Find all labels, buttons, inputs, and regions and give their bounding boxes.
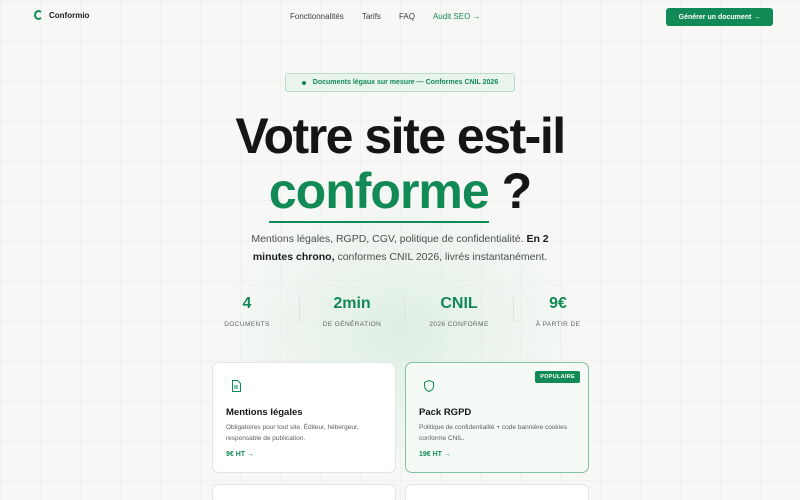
nav-link-faq[interactable]: FAQ	[399, 12, 415, 21]
nav-links: Fonctionnalités Tarifs FAQ Audit SEO →	[290, 12, 481, 21]
nav-link-pricing[interactable]: Tarifs	[362, 12, 381, 21]
top-nav: Conformio Fonctionnalités Tarifs FAQ Aud…	[0, 0, 800, 34]
card-title: Mentions légales	[226, 407, 303, 418]
stat-value: 9€	[549, 295, 567, 312]
hero-title-question: ?	[501, 163, 533, 219]
subtitle-part-c: conformes CNIL 2026, livrés instantanéme…	[337, 251, 548, 263]
hero-title-line1: Votre site est-il	[235, 108, 566, 164]
hero-title-accent: conforme	[268, 163, 490, 223]
stat-value: CNIL	[440, 295, 478, 312]
brand-name: Conformio	[49, 10, 90, 20]
stat-label: DE GÉNÉRATION	[322, 321, 382, 328]
stats-row: 4 DOCUMENTS 2min DE GÉNÉRATION CNIL 2026…	[195, 294, 605, 328]
stat-generation: 2min DE GÉNÉRATION	[300, 294, 404, 328]
document-icon	[229, 379, 243, 393]
generate-document-button[interactable]: Générer un document →	[666, 8, 773, 26]
stat-cnil: CNIL 2026 CONFORME	[405, 294, 513, 328]
logo-c-icon	[34, 10, 43, 20]
stat-label: À PARTIR DE	[535, 321, 581, 328]
card-title: Pack RGPD	[419, 407, 472, 418]
nav-link-seo-audit[interactable]: Audit SEO →	[433, 12, 481, 21]
hero-subtitle: Mentions légales, RGPD, CGV, politique d…	[250, 230, 550, 266]
stat-value: 4	[242, 295, 252, 312]
hero-badge-text: Documents légaux sur mesure — Conformes …	[312, 79, 499, 86]
stat-documents: 4 DOCUMENTS	[195, 294, 299, 328]
card-price-link[interactable]: 19€ HT →	[419, 451, 451, 458]
stat-value: 2min	[333, 295, 371, 312]
card-peek[interactable]	[405, 484, 589, 500]
popular-badge: POPULAIRE	[535, 371, 580, 383]
subtitle-part-a: Mentions légales, RGPD, CGV, politique d…	[251, 233, 524, 245]
stat-label: DOCUMENTS	[224, 321, 270, 328]
status-dot-icon	[301, 80, 306, 85]
nav-link-features[interactable]: Fonctionnalités	[290, 12, 344, 21]
card-price-link[interactable]: 9€ HT →	[226, 451, 254, 458]
hero-badge: Documents légaux sur mesure — Conformes …	[285, 73, 515, 92]
stat-price: 9€ À PARTIR DE	[514, 294, 602, 328]
hero-title-line2: conforme ?	[0, 163, 800, 223]
card-peek[interactable]	[212, 484, 396, 500]
card-description: Obligatoires pour tout site. Éditeur, hé…	[226, 424, 359, 442]
brand-logo[interactable]: Conformio	[34, 10, 89, 20]
shield-icon	[422, 379, 436, 393]
stat-label: 2026 CONFORME	[429, 321, 489, 328]
card-mentions-legales[interactable]: Mentions légales Obligatoires pour tout …	[212, 362, 396, 473]
card-pack-rgpd[interactable]: POPULAIRE Pack RGPD Politique de confide…	[405, 362, 589, 473]
card-description: Politique de confidentialité + code bann…	[419, 424, 567, 442]
